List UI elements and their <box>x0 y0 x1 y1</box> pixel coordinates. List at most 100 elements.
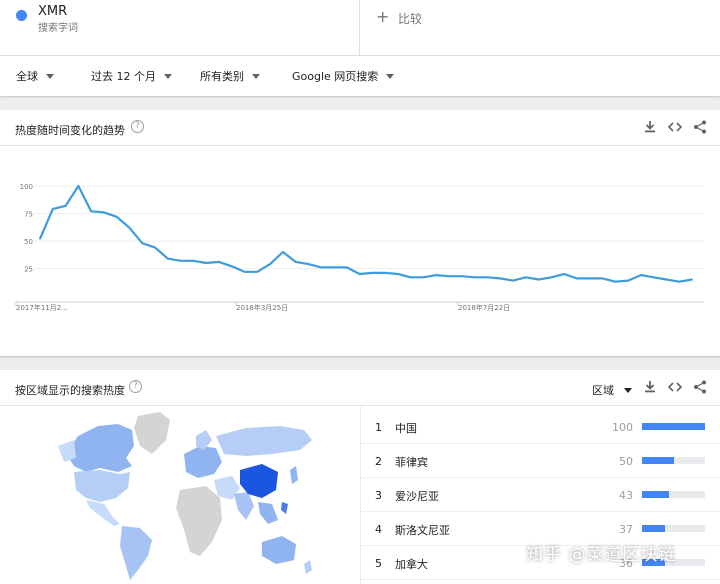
chevron-down-icon <box>164 73 172 79</box>
map-region-scandinavia <box>196 430 212 450</box>
data-point <box>90 210 93 213</box>
y-tick-label: 100 <box>20 183 33 191</box>
region-rank-row[interactable]: 3 爱沙尼亚 43 <box>361 478 720 512</box>
compare-button[interactable]: + 比较 <box>360 0 720 56</box>
rank-number: 3 <box>375 489 382 502</box>
watermark-text: 知乎 @菜道区块链 <box>526 545 677 565</box>
data-point <box>294 261 297 263</box>
data-point <box>307 263 310 265</box>
rank-number: 1 <box>375 421 382 434</box>
rank-number: 2 <box>375 455 382 468</box>
embed-icon[interactable] <box>666 118 684 136</box>
map-region-usa <box>74 470 130 502</box>
rank-number: 5 <box>375 557 382 570</box>
value-bar-fill <box>642 491 670 498</box>
help-icon[interactable]: ? <box>129 380 142 393</box>
map-region-europe <box>184 446 222 478</box>
region-level-label: 区域 <box>592 384 614 397</box>
x-tick-label: 2017年11月2... <box>16 303 68 312</box>
search-term-xmr[interactable]: XMR 搜索字词 <box>0 0 360 56</box>
data-point <box>422 276 425 279</box>
interest-over-time-card: 热度随时间变化的趋势 ? 25 50 75 100 2017年11月2... 2018年3… <box>0 110 720 356</box>
map-region-southeast-asia <box>258 502 278 524</box>
time-filter-label: 过去 12 个月 <box>91 70 156 83</box>
data-point <box>154 246 156 249</box>
rank-number: 4 <box>375 523 382 536</box>
map-region-russia <box>216 426 312 456</box>
region-value: 37 <box>619 523 633 536</box>
data-point <box>550 276 553 279</box>
data-point <box>524 276 527 279</box>
region-rank-row[interactable]: 2 菲律宾 50 <box>361 444 720 478</box>
data-point <box>512 279 514 282</box>
series-line <box>38 184 693 283</box>
chevron-down-icon <box>46 73 54 79</box>
term-type-label: 搜索字词 <box>38 23 78 34</box>
category-filter-label: 所有类别 <box>200 70 244 83</box>
time-filter[interactable]: 过去 12 个月 <box>91 68 172 84</box>
term-name: XMR <box>38 4 68 19</box>
data-point <box>601 277 604 280</box>
data-point <box>243 270 246 273</box>
map-region-south-asia <box>234 492 254 520</box>
help-icon[interactable]: ? <box>131 120 144 133</box>
y-tick-label: 25 <box>24 266 33 274</box>
term-color-dot <box>16 10 27 21</box>
download-icon[interactable] <box>641 118 659 136</box>
y-tick-label: 50 <box>24 238 33 246</box>
region-name: 中国 <box>395 422 417 435</box>
data-point <box>358 273 361 275</box>
data-point <box>192 259 195 262</box>
data-point <box>39 237 41 240</box>
category-filter[interactable]: 所有类别 <box>200 68 260 84</box>
region-name: 爱沙尼亚 <box>395 490 439 503</box>
share-icon[interactable] <box>691 378 709 396</box>
map-region-canada <box>66 424 134 472</box>
data-point <box>537 278 540 281</box>
caret-down-icon <box>624 387 632 393</box>
compare-label: 比较 <box>398 12 423 26</box>
region-name: 加拿大 <box>395 558 428 571</box>
property-filter[interactable]: Google 网页搜索 <box>292 68 395 84</box>
data-point <box>103 211 105 214</box>
region-level-select[interactable]: 区域 <box>592 382 632 398</box>
y-tick-label: 75 <box>24 211 33 219</box>
map-region-africa <box>176 486 222 556</box>
region-rank-row[interactable]: 1 中国 100 <box>361 410 720 444</box>
data-point <box>218 261 220 263</box>
chevron-down-icon <box>386 73 395 79</box>
interest-line-chart: 25 50 75 100 2017年11月2... 2018年3月25日 2018年7月22… <box>15 183 704 312</box>
region-filter-label: 全球 <box>16 70 38 83</box>
value-bar-track <box>642 457 705 464</box>
download-icon[interactable] <box>641 378 659 396</box>
data-point <box>473 276 476 279</box>
chevron-down-icon <box>252 73 260 79</box>
value-bar-track <box>642 491 705 498</box>
x-tick-label: 2018年3月25日 <box>236 303 288 312</box>
region-name: 斯洛文尼亚 <box>395 524 450 537</box>
data-point <box>499 277 502 280</box>
data-point <box>205 262 208 264</box>
region-filter[interactable]: 全球 <box>16 68 54 84</box>
world-map[interactable] <box>0 406 360 584</box>
search-terms-bar: XMR 搜索字词 + 比较 <box>0 0 720 56</box>
data-point <box>448 275 450 278</box>
share-icon[interactable] <box>691 118 709 136</box>
value-bar-fill <box>642 423 705 430</box>
region-name: 菲律宾 <box>395 456 428 469</box>
data-point <box>665 278 668 281</box>
map-region-philippines <box>281 502 288 514</box>
region-value: 50 <box>619 455 633 468</box>
data-point <box>409 276 412 279</box>
data-point <box>576 277 578 280</box>
value-bar-track <box>642 525 705 532</box>
data-point <box>639 274 642 276</box>
data-point <box>166 257 169 260</box>
data-point <box>614 280 617 283</box>
embed-icon[interactable] <box>666 378 684 396</box>
value-bar-fill <box>642 525 666 532</box>
data-point <box>51 208 54 210</box>
data-point <box>691 278 693 281</box>
card-title: 热度随时间变化的趋势 <box>15 124 125 137</box>
map-region-south-america <box>120 526 152 580</box>
